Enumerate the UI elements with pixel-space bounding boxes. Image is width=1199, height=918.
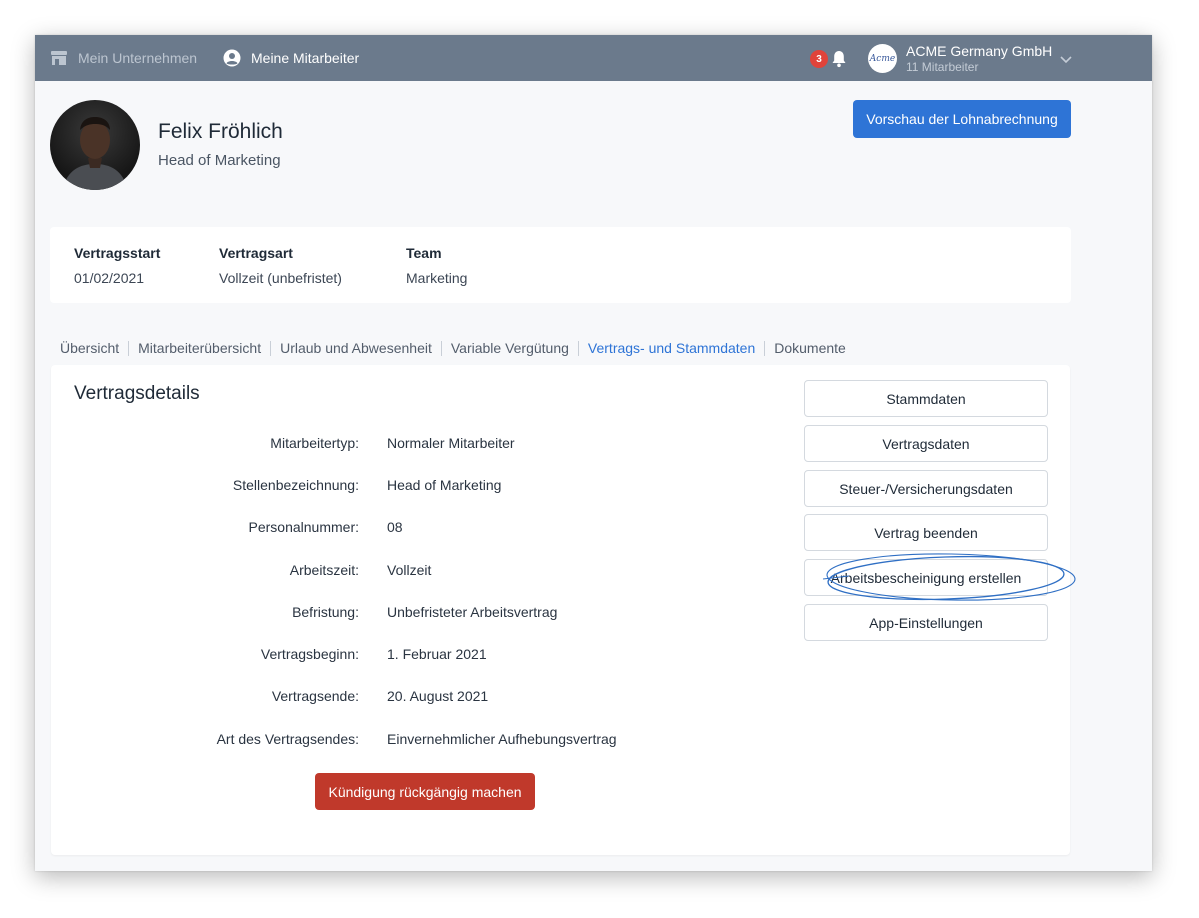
tab-documents[interactable]: Dokumente bbox=[774, 340, 846, 356]
undo-termination-button[interactable]: Kündigung rückgängig machen bbox=[315, 773, 535, 810]
nav-my-employees[interactable]: Meine Mitarbeiter bbox=[223, 35, 359, 81]
field-value-working-time: Vollzeit bbox=[387, 562, 432, 578]
contract-summary-card: Vertragsstart 01/02/2021 Vertragsart Vol… bbox=[50, 227, 1071, 303]
nav-my-company[interactable]: Mein Unternehmen bbox=[50, 35, 197, 81]
contract-details-card: Vertragsdetails Mitarbeitertyp: Normaler… bbox=[51, 365, 1076, 855]
create-employment-certificate-button[interactable]: Arbeitsbescheinigung erstellen bbox=[804, 559, 1048, 596]
field-label-employee-type: Mitarbeitertyp: bbox=[270, 435, 359, 451]
summary-label: Vertragsstart bbox=[74, 245, 161, 261]
employee-photo bbox=[62, 117, 128, 190]
summary-value: Vollzeit (unbefristet) bbox=[219, 270, 342, 286]
summary-contract-type: Vertragsart Vollzeit (unbefristet) bbox=[219, 245, 342, 286]
summary-team: Team Marketing bbox=[406, 245, 467, 286]
field-label-contract-start: Vertragsbeginn: bbox=[260, 646, 359, 662]
company-name: ACME Germany GmbH bbox=[906, 43, 1053, 59]
field-label-contract-end: Vertragsende: bbox=[271, 688, 359, 704]
field-value-contract-start: 1. Februar 2021 bbox=[387, 646, 487, 662]
section-title: Vertragsdetails bbox=[74, 383, 200, 404]
company-employee-count: 11 Mitarbeiter bbox=[906, 60, 979, 74]
tax-insurance-data-button[interactable]: Steuer-/Versicherungsdaten bbox=[804, 470, 1048, 507]
summary-value: 01/02/2021 bbox=[74, 270, 145, 286]
summary-label: Team bbox=[406, 245, 442, 261]
employee-tabs: Übersicht Mitarbeiterübersicht Urlaub un… bbox=[60, 338, 846, 358]
field-label-personnel-number: Personalnummer: bbox=[248, 519, 360, 535]
tab-leave-absence[interactable]: Urlaub und Abwesenheit bbox=[280, 340, 432, 356]
tab-contract-master-data[interactable]: Vertrags- und Stammdaten bbox=[588, 340, 755, 356]
notification-badge: 3 bbox=[810, 50, 828, 68]
tab-separator bbox=[270, 340, 272, 356]
chevron-down-icon bbox=[1060, 56, 1072, 64]
end-contract-button[interactable]: Vertrag beenden bbox=[804, 514, 1048, 551]
nav-my-company-label: Mein Unternehmen bbox=[78, 50, 198, 66]
tab-overview[interactable]: Übersicht bbox=[60, 340, 119, 356]
tab-separator bbox=[577, 340, 579, 356]
summary-contract-start: Vertragsstart 01/02/2021 bbox=[74, 245, 160, 286]
nav-my-employees-label: Meine Mitarbeiter bbox=[251, 50, 360, 66]
field-value-job-title: Head of Marketing bbox=[387, 477, 502, 493]
summary-label: Vertragsart bbox=[219, 245, 293, 261]
user-circle-icon bbox=[223, 49, 241, 67]
company-switcher[interactable]: Acme ACME Germany GmbH 11 Mitarbeiter bbox=[868, 42, 1078, 76]
tab-separator bbox=[440, 340, 442, 356]
employee-name: Felix Fröhlich bbox=[158, 120, 283, 143]
tab-separator bbox=[764, 340, 766, 356]
field-value-employee-type: Normaler Mitarbeiter bbox=[387, 435, 515, 451]
summary-value: Marketing bbox=[406, 270, 468, 286]
company-logo: Acme bbox=[868, 44, 897, 73]
app-window: Mein Unternehmen Meine Mitarbeiter 3 Acm… bbox=[35, 35, 1152, 871]
notifications[interactable]: 3 bbox=[810, 48, 850, 70]
tab-variable-pay[interactable]: Variable Vergütung bbox=[451, 340, 569, 356]
field-label-job-title: Stellenbezeichnung: bbox=[232, 477, 359, 493]
field-value-personnel-number: 08 bbox=[387, 519, 403, 535]
tab-employee-overview[interactable]: Mitarbeiterübersicht bbox=[138, 340, 261, 356]
contract-data-button[interactable]: Vertragsdaten bbox=[804, 425, 1048, 462]
field-label-termination-type: Art des Vertragsendes: bbox=[216, 731, 359, 747]
bell-icon bbox=[832, 51, 846, 68]
field-value-contract-end: 20. August 2021 bbox=[387, 688, 489, 704]
top-navigation-bar: Mein Unternehmen Meine Mitarbeiter 3 Acm… bbox=[35, 35, 1152, 81]
field-label-fixed-term: Befristung: bbox=[292, 604, 359, 620]
field-value-fixed-term: Unbefristeter Arbeitsvertrag bbox=[387, 604, 558, 620]
app-settings-button[interactable]: App-Einstellungen bbox=[804, 604, 1048, 641]
employee-avatar bbox=[50, 100, 140, 190]
field-value-termination-type: Einvernehmlicher Aufhebungsvertrag bbox=[387, 731, 617, 747]
master-data-button[interactable]: Stammdaten bbox=[804, 380, 1048, 417]
field-label-working-time: Arbeitszeit: bbox=[289, 562, 359, 578]
payslip-preview-button[interactable]: Vorschau der Lohnabrechnung bbox=[853, 100, 1071, 138]
employee-role: Head of Marketing bbox=[158, 152, 281, 169]
tab-separator bbox=[128, 340, 130, 356]
store-icon bbox=[51, 51, 67, 65]
